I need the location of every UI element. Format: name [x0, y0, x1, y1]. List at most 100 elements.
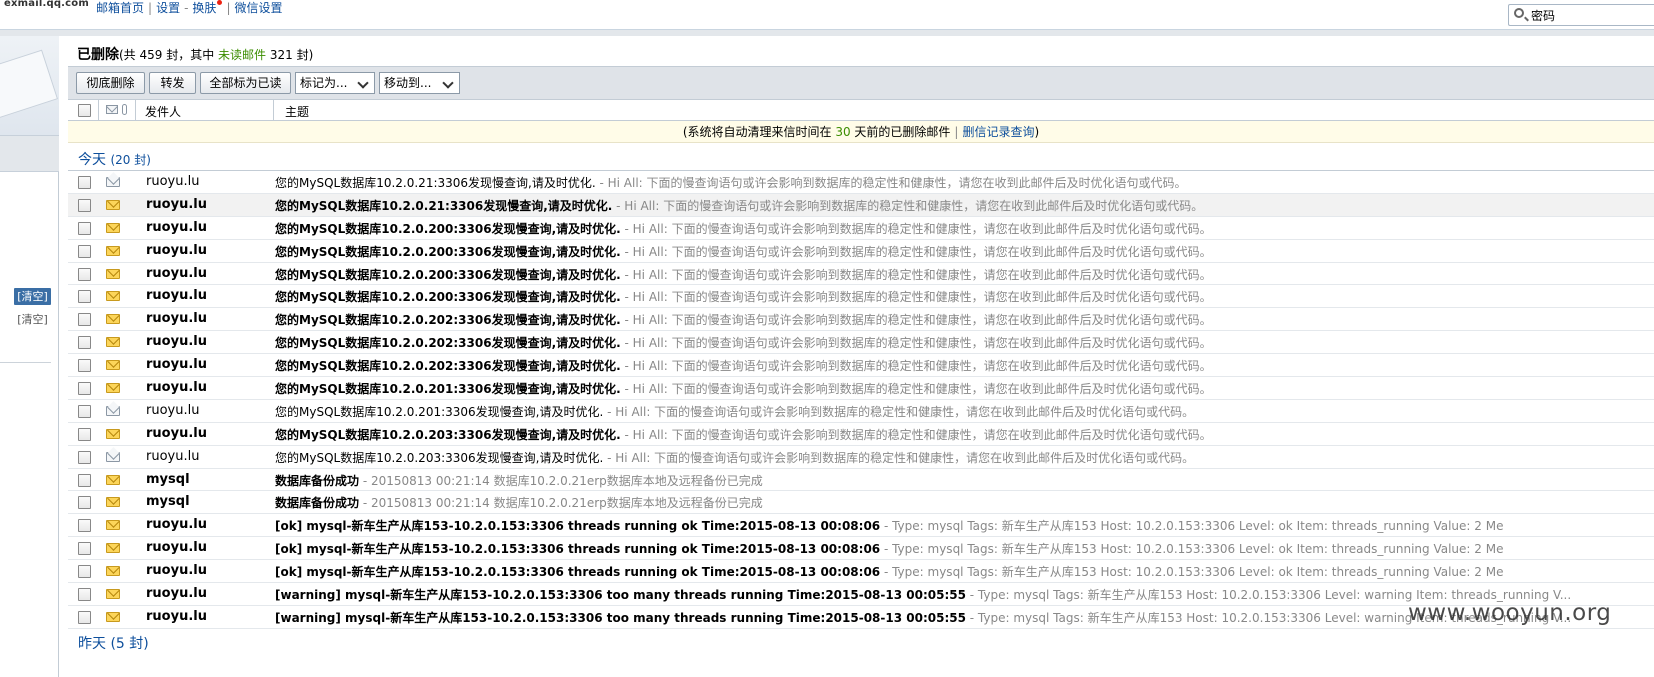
email-sender[interactable]: ruoyu.lu — [146, 243, 207, 258]
unread-mail-link[interactable]: 未读邮件 — [218, 48, 266, 62]
email-checkbox[interactable] — [78, 404, 91, 418]
email-subject[interactable]: 您的MySQL数据库10.2.0.200:3306发现慢查询,请及时优化. - … — [275, 243, 1654, 260]
email-sender[interactable]: mysql — [146, 472, 190, 487]
search-box[interactable] — [1508, 4, 1654, 26]
email-subject[interactable]: 数据库备份成功 - 20150813 00:21:14 数据库10.2.0.21… — [275, 472, 1654, 489]
compose-envelope-graphic[interactable] — [0, 36, 59, 136]
email-subject[interactable]: 您的MySQL数据库10.2.0.200:3306发现慢查询,请及时优化. - … — [275, 266, 1654, 283]
email-row[interactable]: ruoyu.lu 您的MySQL数据库10.2.0.203:3306发现慢查询,请… — [68, 446, 1654, 469]
link-wechat-settings[interactable]: 微信设置 — [234, 1, 282, 15]
email-sender[interactable]: ruoyu.lu — [146, 609, 207, 624]
email-checkbox[interactable] — [78, 382, 91, 396]
email-checkbox[interactable] — [78, 267, 91, 281]
email-snippet: - Hi All: 下面的慢查询语句或许会影响到数据库的稳定性和健康性，请您在收… — [620, 359, 1212, 374]
email-subject[interactable]: 您的MySQL数据库10.2.0.201:3306发现慢查询,请及时优化. - … — [275, 403, 1654, 420]
email-checkbox[interactable] — [78, 198, 91, 212]
email-checkbox[interactable] — [78, 473, 91, 487]
email-subject[interactable]: 您的MySQL数据库10.2.0.21:3306发现慢查询,请及时优化. - H… — [275, 174, 1654, 191]
email-subject[interactable]: 您的MySQL数据库10.2.0.21:3306发现慢查询,请及时优化. - H… — [275, 197, 1654, 214]
email-row[interactable]: ruoyu.lu 您的MySQL数据库10.2.0.203:3306发现慢查询,请… — [68, 423, 1654, 446]
email-sender[interactable]: ruoyu.lu — [146, 288, 207, 303]
group-yesterday-count[interactable]: (5 封) — [110, 636, 148, 652]
email-row[interactable]: ruoyu.lu 您的MySQL数据库10.2.0.200:3306发现慢查询,请… — [68, 217, 1654, 240]
email-subject[interactable]: [ok] mysql-新车生产从库153-10.2.0.153:3306 thr… — [275, 517, 1654, 534]
email-row[interactable]: ruoyu.lu 您的MySQL数据库10.2.0.200:3306发现慢查询,请… — [68, 263, 1654, 286]
email-sender[interactable]: ruoyu.lu — [146, 449, 199, 464]
email-checkbox[interactable] — [78, 496, 91, 510]
email-subject[interactable]: 您的MySQL数据库10.2.0.202:3306发现慢查询,请及时优化. - … — [275, 357, 1654, 374]
email-row[interactable]: mysql 数据库备份成功 - 20150813 00:21:14 数据库10.2… — [68, 491, 1654, 515]
link-mail-home[interactable]: 邮箱首页 — [96, 1, 144, 15]
clear-deleted-button[interactable]: [清空] — [14, 288, 51, 305]
email-subject[interactable]: 您的MySQL数据库10.2.0.201:3306发现慢查询,请及时优化. - … — [275, 380, 1654, 397]
search-input[interactable] — [1531, 7, 1651, 23]
email-sender[interactable]: ruoyu.lu — [146, 357, 207, 372]
email-checkbox[interactable] — [78, 336, 91, 350]
email-sender[interactable]: ruoyu.lu — [146, 540, 207, 555]
email-subject[interactable]: [ok] mysql-新车生产从库153-10.2.0.153:3306 thr… — [275, 540, 1654, 557]
email-checkbox[interactable] — [78, 519, 91, 533]
email-sender[interactable]: ruoyu.lu — [146, 403, 199, 418]
email-sender[interactable]: ruoyu.lu — [146, 586, 207, 601]
email-subject[interactable]: 您的MySQL数据库10.2.0.202:3306发现慢查询,请及时优化. - … — [275, 311, 1654, 328]
email-row[interactable]: ruoyu.lu 您的MySQL数据库10.2.0.201:3306发现慢查询,请… — [68, 377, 1654, 400]
email-row[interactable]: ruoyu.lu 您的MySQL数据库10.2.0.21:3306发现慢查询,请及… — [68, 193, 1654, 217]
email-sender[interactable]: ruoyu.lu — [146, 517, 207, 532]
email-row[interactable]: ruoyu.lu 您的MySQL数据库10.2.0.202:3306发现慢查询,请… — [68, 354, 1654, 378]
email-sender[interactable]: mysql — [146, 494, 190, 509]
email-checkbox[interactable] — [78, 427, 91, 441]
email-subject[interactable]: 您的MySQL数据库10.2.0.203:3306发现慢查询,请及时优化. - … — [275, 426, 1654, 443]
group-today-count[interactable]: (20 封) — [110, 153, 150, 167]
email-row[interactable]: ruoyu.lu 您的MySQL数据库10.2.0.201:3306发现慢查询,请… — [68, 400, 1654, 423]
select-all-checkbox[interactable] — [78, 104, 91, 117]
link-skin[interactable]: 换肤 — [192, 1, 216, 15]
email-sender[interactable]: ruoyu.lu — [146, 380, 207, 395]
email-row[interactable]: ruoyu.lu 您的MySQL数据库10.2.0.21:3306发现慢查询,请及… — [68, 171, 1654, 194]
email-checkbox[interactable] — [78, 176, 91, 189]
email-sender[interactable]: ruoyu.lu — [146, 311, 207, 326]
email-row[interactable]: ruoyu.lu [ok] mysql-新车生产从库153-10.2.0.153:… — [68, 560, 1654, 584]
email-sender[interactable]: ruoyu.lu — [146, 197, 207, 212]
email-subject[interactable]: 您的MySQL数据库10.2.0.203:3306发现慢查询,请及时优化. - … — [275, 449, 1654, 466]
email-subject[interactable]: 您的MySQL数据库10.2.0.200:3306发现慢查询,请及时优化. - … — [275, 288, 1654, 305]
email-row[interactable]: mysql 数据库备份成功 - 20150813 00:21:14 数据库10.2… — [68, 469, 1654, 492]
email-subject[interactable]: 您的MySQL数据库10.2.0.202:3306发现慢查询,请及时优化. - … — [275, 334, 1654, 351]
email-sender[interactable]: ruoyu.lu — [146, 174, 199, 189]
email-checkbox[interactable] — [78, 221, 91, 235]
email-row[interactable]: ruoyu.lu [ok] mysql-新车生产从库153-10.2.0.153:… — [68, 537, 1654, 561]
mark-as-dropdown[interactable]: 标记为... — [295, 72, 375, 94]
email-row[interactable]: ruoyu.lu 您的MySQL数据库10.2.0.202:3306发现慢查询,请… — [68, 331, 1654, 355]
email-checkbox[interactable] — [78, 313, 91, 327]
email-subject[interactable]: 数据库备份成功 - 20150813 00:21:14 数据库10.2.0.21… — [275, 494, 1654, 511]
email-row[interactable]: ruoyu.lu 您的MySQL数据库10.2.0.202:3306发现慢查询,请… — [68, 308, 1654, 332]
column-subject[interactable]: 主题 — [285, 103, 309, 120]
deletion-log-link[interactable]: 删信记录查询 — [962, 125, 1034, 139]
forward-button[interactable]: 转发 — [149, 72, 196, 94]
email-checkbox[interactable] — [78, 610, 91, 624]
email-subject[interactable]: [ok] mysql-新车生产从库153-10.2.0.153:3306 thr… — [275, 563, 1654, 580]
email-sender[interactable]: ruoyu.lu — [146, 266, 207, 281]
email-checkbox[interactable] — [78, 359, 91, 373]
column-sender[interactable]: 发件人 — [145, 103, 181, 120]
email-sender[interactable]: ruoyu.lu — [146, 426, 207, 441]
email-checkbox[interactable] — [78, 450, 91, 464]
email-checkbox[interactable] — [78, 244, 91, 258]
clear-junk-button[interactable]: [清空] — [14, 311, 51, 328]
email-checkbox[interactable] — [78, 290, 91, 304]
email-subject-text: 您的MySQL数据库10.2.0.200:3306发现慢查询,请及时优化. — [275, 290, 621, 305]
email-sender[interactable]: ruoyu.lu — [146, 334, 207, 349]
email-subject[interactable]: 您的MySQL数据库10.2.0.200:3306发现慢查询,请及时优化. - … — [275, 220, 1654, 237]
move-to-dropdown[interactable]: 移动到... — [379, 72, 460, 94]
link-settings[interactable]: 设置 — [156, 1, 180, 15]
email-row[interactable]: ruoyu.lu 您的MySQL数据库10.2.0.200:3306发现慢查询,请… — [68, 240, 1654, 263]
delete-forever-button[interactable]: 彻底删除 — [76, 72, 145, 94]
email-checkbox[interactable] — [78, 588, 91, 602]
mark-all-read-button[interactable]: 全部标为已读 — [200, 72, 291, 94]
email-checkbox[interactable] — [78, 565, 91, 579]
email-row[interactable]: ruoyu.lu [ok] mysql-新车生产从库153-10.2.0.153:… — [68, 514, 1654, 538]
email-checkbox[interactable] — [78, 542, 91, 556]
email-sender[interactable]: ruoyu.lu — [146, 563, 207, 578]
email-row[interactable]: ruoyu.lu 您的MySQL数据库10.2.0.200:3306发现慢查询,请… — [68, 285, 1654, 309]
email-snippet: - Hi All: 下面的慢查询语句或许会影响到数据库的稳定性和健康性，请您在收… — [620, 336, 1212, 351]
email-sender[interactable]: ruoyu.lu — [146, 220, 207, 235]
